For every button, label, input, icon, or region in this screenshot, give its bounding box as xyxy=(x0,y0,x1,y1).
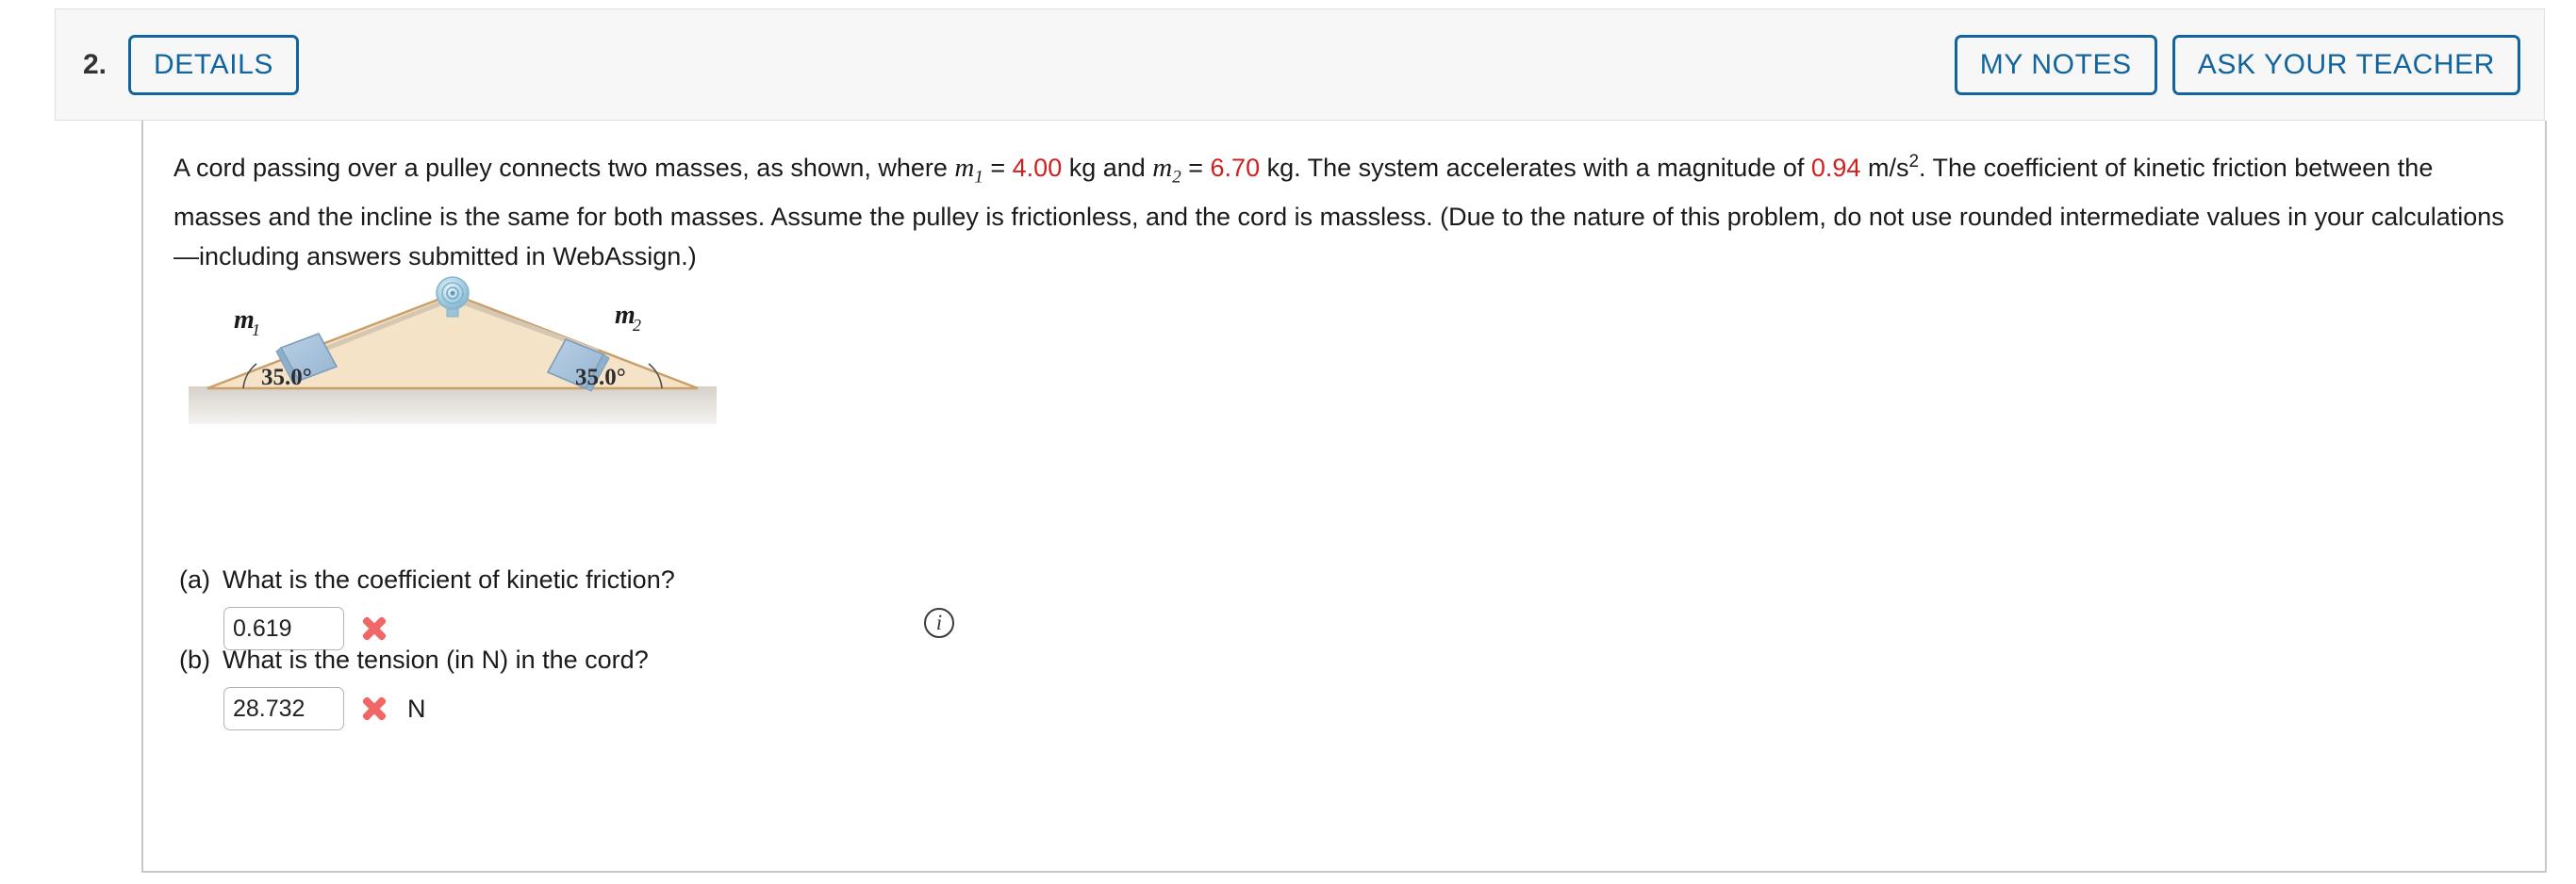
incorrect-x-icon xyxy=(360,695,388,723)
part-a-letter: (a) xyxy=(179,565,210,594)
header-actions: MY NOTES ASK YOUR TEACHER xyxy=(1954,34,2520,95)
mass1-symbol: m xyxy=(954,153,975,183)
part-a: (a) What is the coefficient of kinetic f… xyxy=(143,565,2545,650)
mass2-value: 6.70 xyxy=(1210,154,1261,182)
mass2-subscript: 2 xyxy=(1172,167,1181,188)
acceleration-exponent: 2 xyxy=(1908,152,1920,172)
problem-statement: A cord passing over a pulley connects tw… xyxy=(173,142,2509,276)
incline-pulley-figure: 35.0° 35.0° m 1 m 2 xyxy=(189,271,717,446)
question-header: 2. DETAILS MY NOTES ASK YOUR TEACHER xyxy=(55,8,2545,121)
part-b-answer-row: N xyxy=(223,687,2545,730)
part-b-answer-input[interactable] xyxy=(223,687,344,730)
mass2-figure-subscript: 2 xyxy=(633,316,641,335)
ground-surface xyxy=(189,386,717,424)
angle-label-right: 35.0° xyxy=(575,365,626,390)
angle-label-left: 35.0° xyxy=(261,365,312,390)
ask-your-teacher-button[interactable]: ASK YOUR TEACHER xyxy=(2171,34,2520,95)
part-b-question: What is the tension (in N) in the cord? xyxy=(223,646,649,674)
question-content-panel: A cord passing over a pulley connects tw… xyxy=(141,121,2547,873)
part-a-question: What is the coefficient of kinetic frict… xyxy=(223,565,675,594)
equals-2: = xyxy=(1181,154,1211,182)
equals-1: = xyxy=(983,154,1013,182)
part-a-prompt: (a) What is the coefficient of kinetic f… xyxy=(143,565,2545,595)
acceleration-unit: m/s xyxy=(1860,154,1909,182)
part-b-prompt: (b) What is the tension (in N) in the co… xyxy=(143,646,2545,675)
part-b-letter: (b) xyxy=(179,646,210,674)
mass1-value: 4.00 xyxy=(1012,154,1063,182)
problem-text-segment-1: A cord passing over a pulley connects tw… xyxy=(173,154,955,182)
part-a-answer-input[interactable] xyxy=(223,607,344,650)
part-b-unit-label: N xyxy=(407,694,426,723)
unit-kg-2: kg. The system accelerates with a magnit… xyxy=(1260,154,1811,182)
unit-kg-1: kg and xyxy=(1062,154,1153,182)
part-b: (b) What is the tension (in N) in the co… xyxy=(143,646,2545,730)
part-a-answer-row xyxy=(223,607,2545,650)
incorrect-x-icon xyxy=(360,614,388,643)
mass1-subscript: 1 xyxy=(974,167,983,188)
acceleration-value: 0.94 xyxy=(1810,154,1861,182)
details-button[interactable]: DETAILS xyxy=(128,34,300,95)
mass1-figure-subscript: 1 xyxy=(252,320,260,339)
mass2-symbol: m xyxy=(1152,153,1173,183)
my-notes-button[interactable]: MY NOTES xyxy=(1954,34,2157,95)
question-number: 2. xyxy=(83,48,107,80)
